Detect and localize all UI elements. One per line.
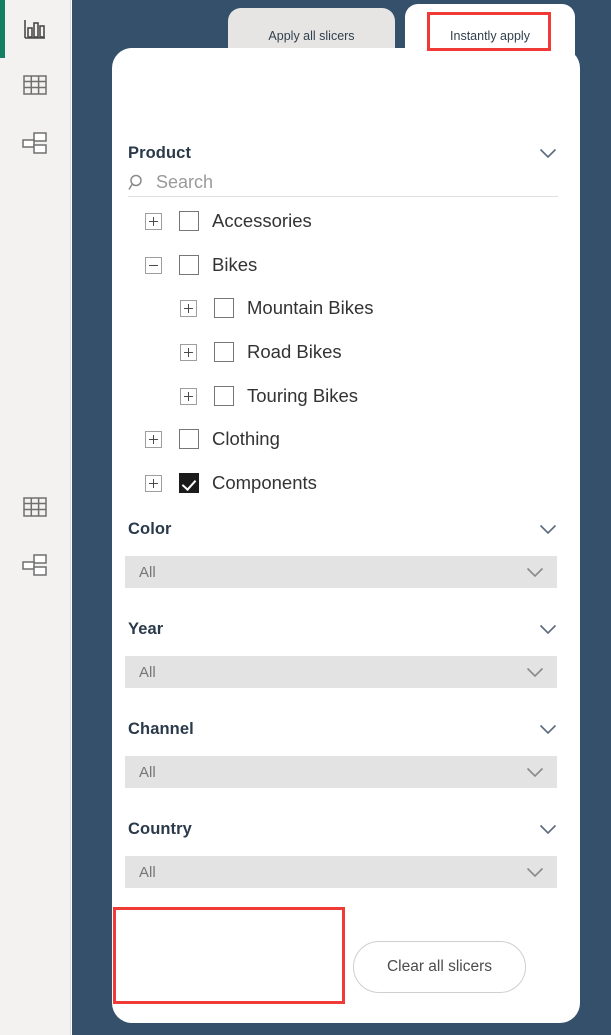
tree-item-checkbox[interactable]: [179, 255, 199, 275]
country-slicer-header[interactable]: Country: [128, 818, 558, 840]
tree-row[interactable]: Bikes: [145, 250, 257, 280]
tree-item-label: Touring Bikes: [247, 385, 359, 406]
channel-slicer-title: Channel: [128, 719, 194, 738]
report-view-icon[interactable]: [14, 8, 56, 50]
tree-item-label: Clothing: [212, 428, 280, 449]
tree-item-checkbox[interactable]: [179, 211, 199, 231]
tree-row[interactable]: Components: [145, 468, 317, 498]
chevron-down-icon[interactable]: [538, 523, 558, 535]
year-slicer-header[interactable]: Year: [128, 618, 558, 640]
product-slicer-title: Product: [128, 143, 192, 162]
color-slicer-header[interactable]: Color: [128, 518, 558, 540]
product-search-placeholder: Search: [156, 171, 214, 192]
tree-row[interactable]: Clothing: [145, 424, 280, 454]
tab-apply-all-slicers-label: Apply all slicers: [268, 29, 355, 43]
country-slicer-title: Country: [128, 819, 192, 838]
tree-row[interactable]: Accessories: [145, 206, 312, 236]
country-slicer-value: All: [139, 863, 156, 881]
year-slicer-title: Year: [128, 619, 164, 638]
expand-plus-icon[interactable]: [145, 430, 162, 448]
chevron-down-icon[interactable]: [538, 147, 558, 159]
tree-row[interactable]: Road Bikes: [180, 337, 342, 367]
expand-plus-icon[interactable]: [145, 212, 162, 230]
tree-item-label: Bikes: [212, 254, 258, 275]
year-slicer-dropdown[interactable]: All: [125, 656, 557, 688]
tree-item-label: Components: [212, 472, 317, 493]
clear-all-slicers-button[interactable]: Clear all slicers: [353, 941, 526, 993]
left-icon-rail: [0, 0, 71, 1035]
clear-all-slicers-label: Clear all slicers: [386, 958, 493, 975]
color-slicer-title: Color: [128, 519, 172, 538]
tree-item-label: Road Bikes: [247, 341, 342, 362]
chevron-down-icon[interactable]: [525, 766, 545, 778]
collapse-minus-icon[interactable]: [145, 256, 162, 274]
model-view-icon[interactable]: [14, 122, 56, 164]
product-slicer-header[interactable]: Product: [128, 142, 558, 164]
app-root: Apply all slicers Instantly apply Produc…: [0, 0, 611, 1035]
chevron-down-icon[interactable]: [525, 866, 545, 878]
channel-slicer-value: All: [139, 763, 156, 781]
expand-plus-icon[interactable]: [180, 299, 197, 317]
tree-item-checkbox[interactable]: [214, 298, 234, 318]
product-search-input[interactable]: Search: [128, 168, 558, 197]
channel-slicer-header[interactable]: Channel: [128, 718, 558, 740]
active-tab-panel-join: [405, 48, 575, 74]
data-view-icon[interactable]: [14, 64, 56, 106]
expand-plus-icon[interactable]: [145, 474, 162, 492]
tree-item-label: Accessories: [212, 210, 312, 231]
expand-plus-icon[interactable]: [180, 343, 197, 361]
search-icon: [128, 172, 150, 192]
color-slicer-dropdown[interactable]: All: [125, 556, 557, 588]
country-slicer-dropdown[interactable]: All: [125, 856, 557, 888]
active-view-accent-bar: [0, 0, 5, 58]
tree-item-checkbox[interactable]: [214, 342, 234, 362]
model-view-icon-secondary[interactable]: [14, 544, 56, 586]
tree-row[interactable]: Touring Bikes: [180, 381, 358, 411]
tab-instantly-apply-label: Instantly apply: [450, 29, 530, 43]
tree-item-label: Mountain Bikes: [247, 297, 374, 318]
chevron-down-icon[interactable]: [538, 823, 558, 835]
tree-item-checkbox[interactable]: [179, 429, 199, 449]
data-view-icon-secondary[interactable]: [14, 486, 56, 528]
chevron-down-icon[interactable]: [525, 566, 545, 578]
chevron-down-icon[interactable]: [538, 723, 558, 735]
chevron-down-icon[interactable]: [525, 666, 545, 678]
tree-row[interactable]: Mountain Bikes: [180, 293, 373, 323]
tree-item-checkbox[interactable]: [179, 473, 199, 493]
tree-item-checkbox[interactable]: [214, 386, 234, 406]
color-slicer-value: All: [139, 563, 156, 581]
expand-plus-icon[interactable]: [180, 387, 197, 405]
chevron-down-icon[interactable]: [538, 623, 558, 635]
year-slicer-value: All: [139, 663, 156, 681]
channel-slicer-dropdown[interactable]: All: [125, 756, 557, 788]
